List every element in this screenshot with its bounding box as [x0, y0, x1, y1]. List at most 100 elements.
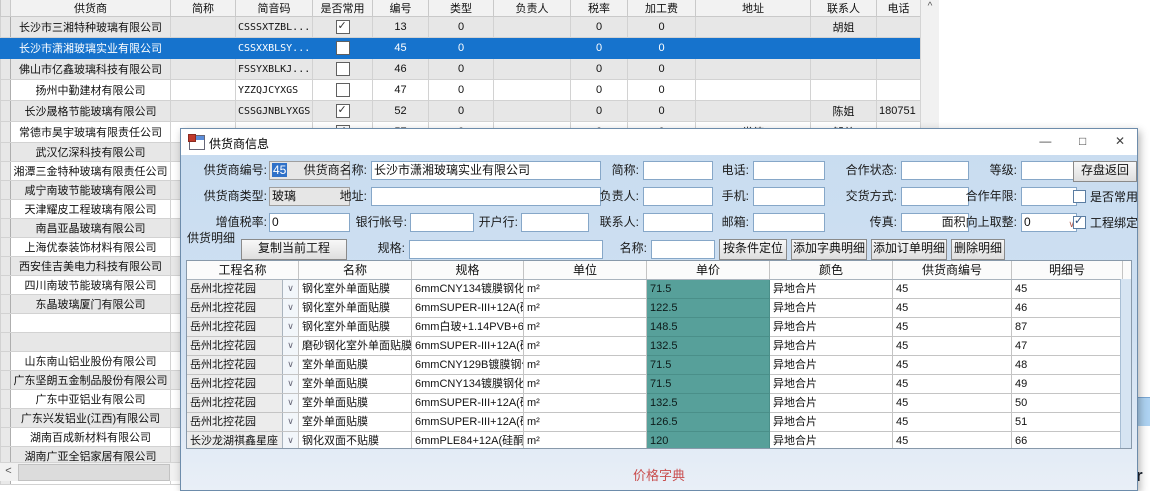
row-header-cell[interactable]: [1, 314, 11, 333]
common-checkbox[interactable]: [336, 20, 350, 34]
spec-cell[interactable]: 6mmCNY129B镀膜钢化: [412, 356, 524, 375]
common-checkbox-cell[interactable]: [313, 38, 373, 59]
detail-row[interactable]: 岳州北控花园∨ 室外单面贴膜 6mmCNY134镀膜钢化 m² 71.5 异地合…: [187, 375, 1131, 394]
column-header[interactable]: 加工费: [628, 0, 696, 17]
project-combo[interactable]: 岳州北控花园∨: [187, 356, 299, 375]
close-button[interactable]: ✕: [1103, 129, 1137, 155]
column-header[interactable]: 地址: [696, 0, 811, 17]
detail-column-header[interactable]: 单位: [524, 261, 647, 279]
address-cell[interactable]: [696, 101, 811, 122]
abbr-cell[interactable]: [171, 101, 236, 122]
address-cell[interactable]: [696, 59, 811, 80]
row-header-cell[interactable]: [1, 143, 11, 162]
color-cell[interactable]: 异地合片: [770, 356, 893, 375]
row-header-cell[interactable]: [1, 200, 11, 219]
horizontal-scrollbar-thumb[interactable]: [18, 464, 170, 481]
detail-column-header[interactable]: 颜色: [770, 261, 893, 279]
id-cell[interactable]: 52: [373, 101, 429, 122]
chevron-down-icon[interactable]: ∨: [282, 299, 298, 317]
chevron-down-icon[interactable]: ∨: [282, 280, 298, 298]
name-cell[interactable]: 室外单面贴膜: [299, 413, 412, 432]
detail-id-cell[interactable]: 49: [1012, 375, 1123, 394]
detail-grid-scrollbar[interactable]: [1120, 279, 1131, 448]
name-cell[interactable]: 室外单面贴膜: [299, 356, 412, 375]
name-cell[interactable]: 钢化室外单面贴膜: [299, 280, 412, 299]
detail-id-cell[interactable]: 47: [1012, 337, 1123, 356]
contact-cell[interactable]: 胡姐: [811, 17, 877, 38]
supplier-name-cell[interactable]: [11, 314, 171, 333]
checkbox-icon[interactable]: [1073, 216, 1086, 229]
chevron-down-icon[interactable]: ∨: [282, 356, 298, 374]
unit-cell[interactable]: m²: [524, 394, 647, 413]
abbr-cell[interactable]: [171, 59, 236, 80]
column-header[interactable]: 是否常用: [313, 0, 373, 17]
pinyin-code-cell[interactable]: FSSYXBLKJ...: [236, 59, 313, 80]
phone-cell[interactable]: 180751: [877, 101, 921, 122]
leader-cell[interactable]: [494, 101, 571, 122]
detail-column-header[interactable]: 供货商编号: [893, 261, 1012, 279]
chevron-down-icon[interactable]: ∨: [282, 375, 298, 393]
color-cell[interactable]: 异地合片: [770, 413, 893, 432]
spec-cell[interactable]: 6mmCNY134镀膜钢化: [412, 375, 524, 394]
row-header-cell[interactable]: [1, 219, 11, 238]
supplier-id-cell[interactable]: 45: [893, 375, 1012, 394]
detail-row[interactable]: 岳州北控花园∨ 室外单面贴膜 6mmCNY129B镀膜钢化 m² 71.5 异地…: [187, 356, 1131, 375]
supplier-name-cell[interactable]: 常德市昊宇玻璃有限责任公司: [11, 122, 171, 143]
column-header[interactable]: 负责人: [494, 0, 571, 17]
detail-id-cell[interactable]: 46: [1012, 299, 1123, 318]
common-checkbox-cell[interactable]: [313, 101, 373, 122]
detail-id-cell[interactable]: 66: [1012, 432, 1123, 449]
area-roundup-combo[interactable]: 0∨: [1021, 213, 1077, 232]
spec-cell[interactable]: 6mmSUPER-III+12A(硅...: [412, 299, 524, 318]
supplier-name-cell[interactable]: [11, 333, 171, 352]
detail-column-header[interactable]: 名称: [299, 261, 412, 279]
detail-id-cell[interactable]: 48: [1012, 356, 1123, 375]
phone-cell[interactable]: [877, 59, 921, 80]
contact-cell[interactable]: [811, 59, 877, 80]
supplier-id-cell[interactable]: 45: [893, 280, 1012, 299]
supplier-id-cell[interactable]: 45: [893, 337, 1012, 356]
row-header-cell[interactable]: [1, 38, 11, 59]
supplier-id-cell[interactable]: 45: [893, 413, 1012, 432]
price-cell[interactable]: 132.5: [647, 394, 770, 413]
bank-account-input[interactable]: [410, 213, 474, 232]
color-cell[interactable]: 异地合片: [770, 394, 893, 413]
pinyin-code-cell[interactable]: CSSGJNBLYXGS: [236, 101, 313, 122]
table-row[interactable]: 长沙晟格节能玻璃有限公司 CSSGJNBLYXGS 52 0 0 0 陈姐 18…: [1, 101, 921, 122]
supplier-name-cell[interactable]: 湘潭三金特种玻璃有限责任公司: [11, 162, 171, 181]
supplier-name-cell[interactable]: 天津耀皮工程玻璃有限公司: [11, 200, 171, 219]
fee-cell[interactable]: 0: [628, 101, 696, 122]
price-cell[interactable]: 71.5: [647, 375, 770, 394]
detail-row[interactable]: 岳州北控花园∨ 磨砂钢化室外单面贴膜 6mmSUPER-III+12A(硅...…: [187, 337, 1131, 356]
unit-cell[interactable]: m²: [524, 318, 647, 337]
row-header-cell[interactable]: [1, 409, 11, 428]
project-combo[interactable]: 岳州北控花园∨: [187, 375, 299, 394]
project-combo[interactable]: 岳州北控花园∨: [187, 413, 299, 432]
leader-cell[interactable]: [494, 80, 571, 101]
supplier-id-cell[interactable]: 45: [893, 432, 1012, 449]
phone-cell[interactable]: [877, 80, 921, 101]
phone-cell[interactable]: [877, 38, 921, 59]
contact-cell[interactable]: 陈姐: [811, 101, 877, 122]
chevron-down-icon[interactable]: ∨: [282, 432, 298, 449]
price-cell[interactable]: 132.5: [647, 337, 770, 356]
bank-name-input[interactable]: [521, 213, 589, 232]
add-order-detail-button[interactable]: 添加订单明细: [871, 239, 947, 260]
tax-cell[interactable]: 0: [571, 38, 628, 59]
row-header-cell[interactable]: [1, 257, 11, 276]
common-checkbox[interactable]: [336, 104, 350, 118]
supplier-name-cell[interactable]: 广东中亚铝业有限公司: [11, 390, 171, 409]
row-header-cell[interactable]: [1, 101, 11, 122]
detail-row[interactable]: 岳州北控花园∨ 室外单面贴膜 6mmSUPER-III+12A(硅... m² …: [187, 394, 1131, 413]
column-header[interactable]: 类型: [429, 0, 494, 17]
common-checkbox[interactable]: [336, 62, 350, 76]
supplier-name-cell[interactable]: 扬州中勤建材有限公司: [11, 80, 171, 101]
name-cell[interactable]: 室外单面贴膜: [299, 394, 412, 413]
spec-cell[interactable]: 6mmCNY134镀膜钢化: [412, 280, 524, 299]
delete-detail-button[interactable]: 删除明细: [951, 239, 1005, 260]
abbr-cell[interactable]: [171, 80, 236, 101]
abbr-cell[interactable]: [171, 17, 236, 38]
supplier-name-cell[interactable]: 上海优泰装饰材料有限公司: [11, 238, 171, 257]
row-header-cell[interactable]: [1, 80, 11, 101]
fee-cell[interactable]: 0: [628, 17, 696, 38]
